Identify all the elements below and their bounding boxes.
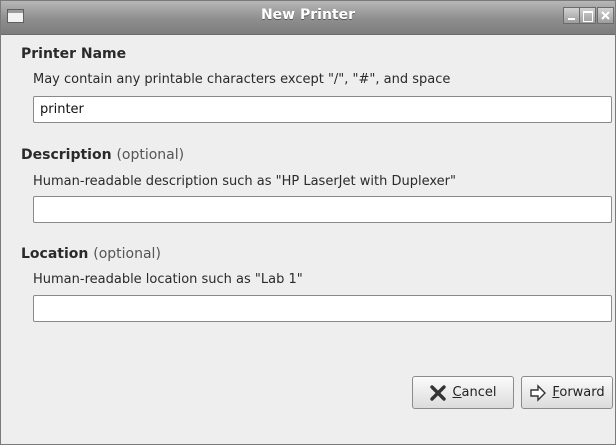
titlebar[interactable]: New Printer bbox=[1, 1, 615, 35]
window-title: New Printer bbox=[260, 7, 356, 23]
description-heading-label: Description bbox=[21, 147, 112, 163]
location-input[interactable] bbox=[33, 295, 612, 322]
forward-label-rest: orward bbox=[559, 385, 605, 400]
location-heading-label: Location bbox=[21, 246, 89, 262]
minimize-button[interactable] bbox=[563, 7, 580, 24]
description-input[interactable] bbox=[33, 196, 612, 223]
location-hint: Human-readable location such as "Lab 1" bbox=[33, 272, 303, 287]
location-optional-tag: (optional) bbox=[93, 246, 161, 262]
close-button[interactable] bbox=[597, 7, 614, 24]
close-icon bbox=[601, 11, 610, 20]
description-hint: Human-readable description such as "HP L… bbox=[33, 174, 456, 189]
cancel-button[interactable]: Cancel bbox=[412, 376, 514, 409]
cancel-label: Cancel bbox=[452, 385, 496, 400]
maximize-button[interactable] bbox=[579, 7, 596, 24]
location-heading: Location (optional) bbox=[21, 246, 161, 262]
forward-label: Forward bbox=[552, 385, 604, 400]
forward-button[interactable]: Forward bbox=[521, 376, 613, 409]
description-heading: Description (optional) bbox=[21, 147, 184, 163]
cancel-label-rest: ancel bbox=[461, 385, 497, 400]
printer-name-heading: Printer Name bbox=[21, 46, 127, 62]
printer-name-hint: May contain any printable characters exc… bbox=[33, 72, 451, 87]
new-printer-dialog: New Printer Printer Name May contain any… bbox=[0, 0, 616, 445]
cancel-mnemonic: C bbox=[452, 385, 462, 400]
cancel-x-icon bbox=[430, 384, 447, 401]
forward-arrow-icon bbox=[530, 383, 547, 402]
printer-name-input[interactable] bbox=[33, 96, 612, 123]
description-optional-tag: (optional) bbox=[116, 147, 185, 163]
